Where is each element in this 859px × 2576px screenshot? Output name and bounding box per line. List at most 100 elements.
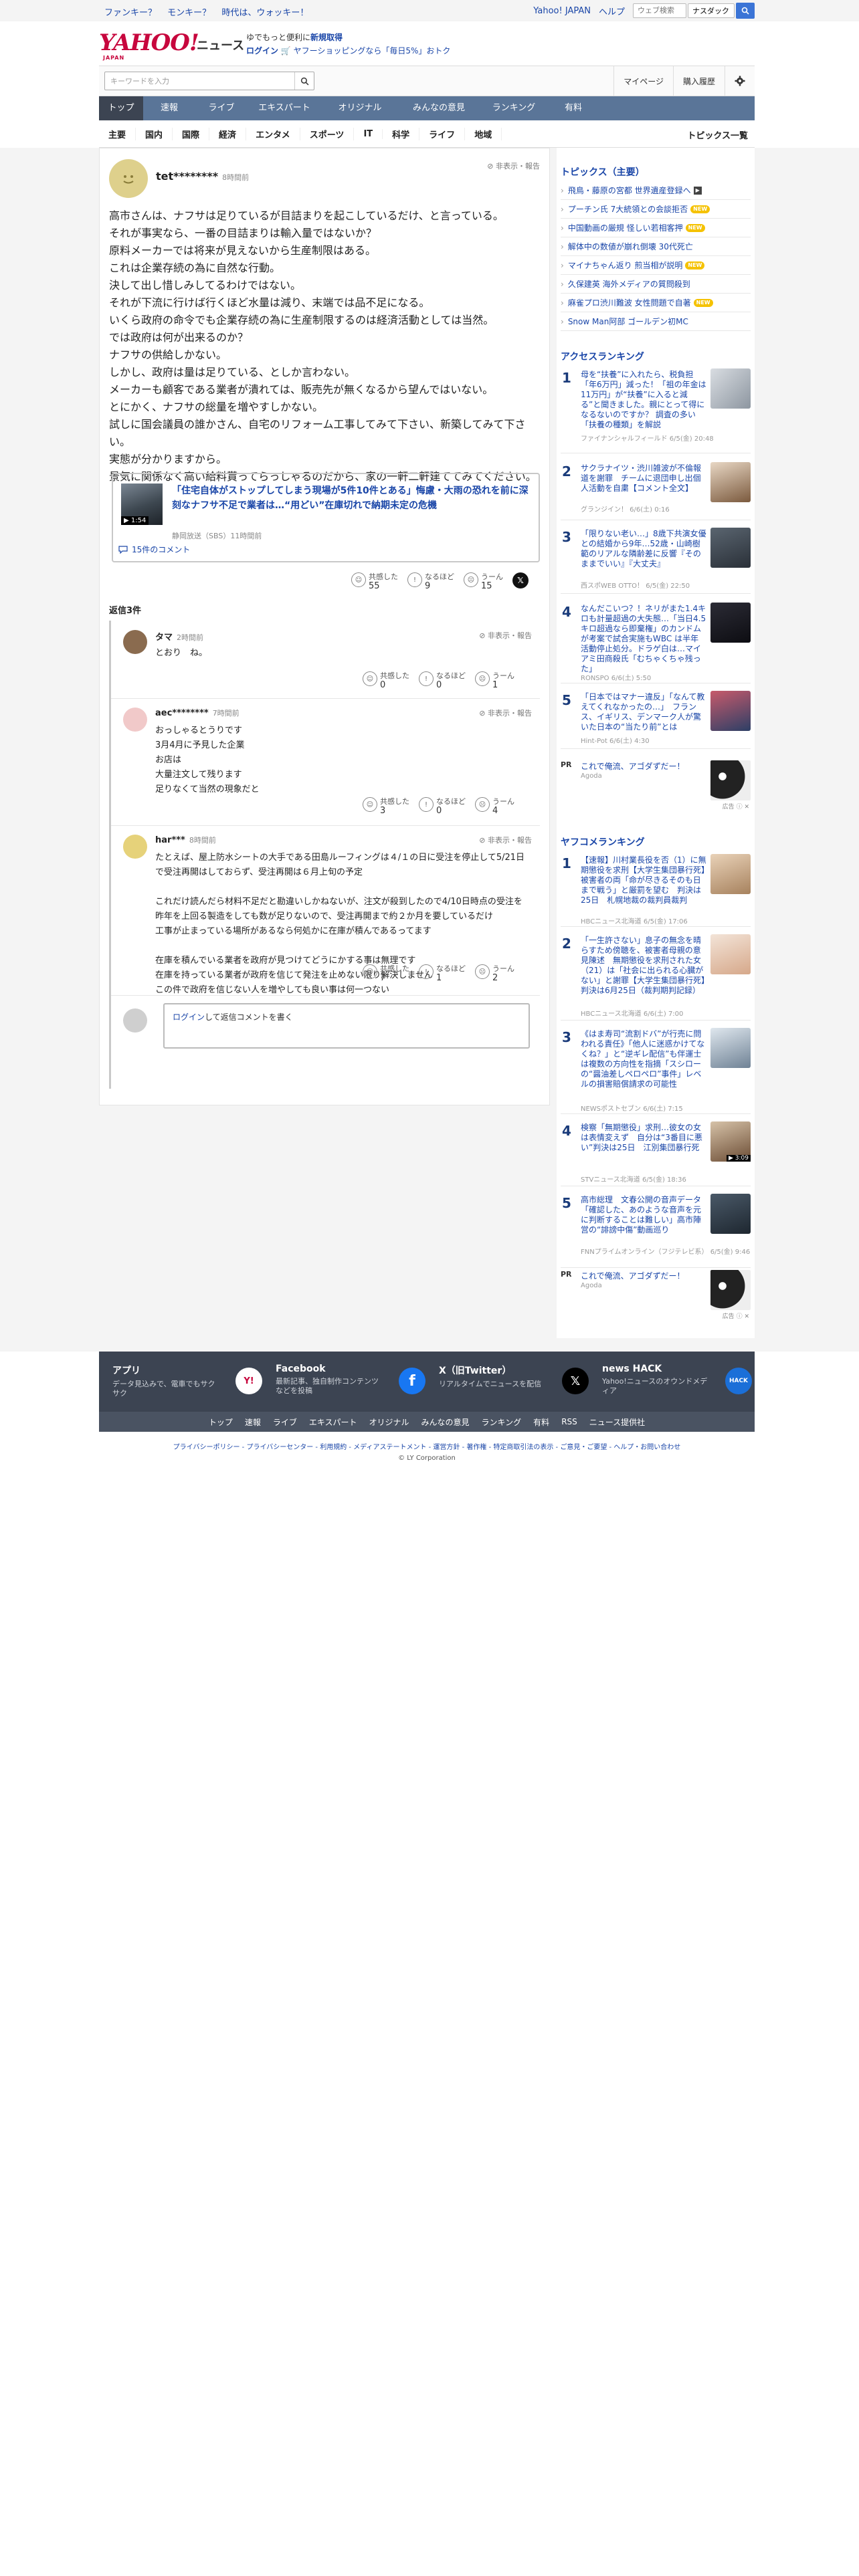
news-search-input[interactable]: キーワードを入力 — [105, 76, 294, 86]
yahoo-japan-link[interactable]: Yahoo! JAPAN — [533, 6, 591, 16]
promo-links[interactable]: ファンキー？ モンキー？ 時代は、ウォッキー！ — [104, 5, 316, 18]
x-share-button[interactable]: 𝕏 — [512, 572, 529, 588]
rank-title[interactable]: 《はま寿司“流割ドバ”が行売に問われる責任》「他人に迷惑かけてなくね？」と“逆ギ… — [581, 1029, 706, 1089]
footer-link[interactable]: ランキング — [482, 1416, 522, 1428]
react-empathy-button[interactable]: ☺ 共感した 0 — [363, 671, 409, 690]
report-link[interactable]: ⊘ 非表示・報告 — [479, 835, 532, 845]
footer-link[interactable]: ライブ — [273, 1416, 297, 1428]
info-icon[interactable]: ⓘ — [737, 1313, 743, 1320]
nav-live[interactable]: ライブ — [195, 96, 248, 120]
topic-item[interactable]: プーチン氏 7大統領との会談拒否NEW — [561, 200, 751, 219]
footer-link[interactable]: ニュース提供社 — [589, 1416, 645, 1428]
topic-item[interactable]: マイナちゃん返り 煎当相が説明NEW — [561, 256, 751, 275]
category-domestic[interactable]: 国内 — [136, 127, 173, 140]
rank-thumbnail[interactable] — [710, 603, 751, 643]
report-label[interactable]: 非表示・報告 — [496, 162, 540, 171]
rank-title[interactable]: 検察「無期懲役」求刑…彼女の女は表情変えず 自分は“3番目に悪い”判決は25日 … — [581, 1123, 706, 1153]
ranking-item[interactable]: 3 「限りない老い…」8歳下共演女優との結婚から9年…52歳・山崎樹範のリアルな… — [561, 528, 751, 594]
category-science[interactable]: 科学 — [383, 127, 420, 140]
topics-list-link[interactable]: トピックス一覧 — [687, 128, 748, 141]
footer-app[interactable]: アプリ データ見込みで、電車でもサクサク Y! — [112, 1364, 273, 1398]
topic-item[interactable]: Snow Man阿部 ゴールデン初MC — [561, 312, 751, 331]
topic-label[interactable]: 久保建英 海外メディアの質問殺到 — [568, 278, 690, 290]
app-icon[interactable]: Y! — [235, 1368, 262, 1394]
react-hmm-button[interactable]: ☹ うーん 1 — [475, 671, 514, 690]
nav-ranking[interactable]: ランキング — [479, 96, 549, 120]
promo-link[interactable]: モンキー？ — [167, 8, 211, 18]
footer-link[interactable]: トップ — [209, 1416, 233, 1428]
username[interactable]: har*** — [155, 835, 185, 845]
topic-label[interactable]: Snow Man阿部 ゴールデン初MC — [568, 316, 688, 327]
react-empathy-button[interactable]: ☺ 共感した 55 — [351, 572, 398, 591]
rank-thumbnail[interactable]: ▶ 3:09 — [710, 1121, 751, 1162]
ranking-item[interactable]: 5 高市総理 文春公開の音声データ「確認した、あのような音声を元に判断することは… — [561, 1194, 751, 1268]
react-empathy-button[interactable]: ☺ 共感した 7 — [363, 964, 409, 983]
footer-link[interactable]: 有料 — [533, 1416, 549, 1428]
settings-button[interactable] — [725, 66, 755, 96]
category-international[interactable]: 国際 — [173, 127, 210, 140]
rank-thumbnail[interactable] — [710, 934, 751, 974]
rank-title[interactable]: 「限りない老い…」8歳下共演女優との結婚から9年…52歳・山崎樹範のリアルな隣齢… — [581, 529, 706, 569]
news-label[interactable]: ニュース — [197, 36, 244, 53]
pr-ad[interactable]: PR これで俺流、アゴダずだー！ Agoda 広告 ⓘ ✕ — [561, 1270, 751, 1323]
ad-label[interactable]: 広告 ⓘ ✕ — [723, 1311, 749, 1320]
rank-thumbnail[interactable] — [710, 462, 751, 502]
rank-title[interactable]: 「一生許さない」息子の無念を晴らすため傍聴を、被害者母親の意見陳述 無期懲役を求… — [581, 936, 706, 996]
reply-user[interactable]: aec******** 7時間前 — [155, 708, 240, 718]
reply-user[interactable]: タマ 2時間前 — [155, 630, 203, 643]
nav-top[interactable]: トップ — [99, 96, 143, 120]
nav-expert[interactable]: エキスパート — [248, 96, 321, 120]
react-agree-button[interactable]: ! なるほど 9 — [407, 572, 454, 591]
react-empathy-button[interactable]: ☺ 共感した 3 — [363, 797, 409, 816]
nav-breaking[interactable]: 速報 — [143, 96, 195, 120]
username[interactable]: tet******** — [156, 170, 218, 183]
topic-label[interactable]: プーチン氏 7大統領との会談拒否 — [568, 203, 688, 215]
comment-user[interactable]: tet******** 8時間前 — [156, 170, 249, 183]
react-hmm-button[interactable]: ☹ うーん 2 — [475, 964, 514, 983]
web-search-query[interactable] — [688, 3, 735, 18]
report-label[interactable]: 非表示・報告 — [488, 631, 532, 640]
yahoo-logo[interactable]: YAHOO! — [99, 29, 199, 56]
category-entertainment[interactable]: エンタメ — [246, 127, 300, 140]
category-main[interactable]: 主要 — [99, 127, 136, 140]
reply-user[interactable]: har*** 8時間前 — [155, 835, 216, 845]
pr-image[interactable] — [710, 760, 751, 800]
rank-title[interactable]: なんだこいつ？！ネリがまた1.4キロも計量超過の大失態…「当日4.5キロ超過なら… — [581, 604, 706, 674]
nav-paid[interactable]: 有料 — [549, 96, 598, 120]
mypage-button[interactable]: マイページ — [613, 66, 673, 96]
ranking-item[interactable]: 2 「一生許さない」息子の無念を晴らすため傍聴を、被害者母親の意見陳述 無期懲役… — [561, 934, 751, 1021]
rank-title[interactable]: 【速報】川村業長役を否（1）に無期懲役を求刑【大学生集団暴行死】被害者の両「命が… — [581, 855, 706, 905]
username[interactable]: aec******** — [155, 708, 209, 718]
footer-link[interactable]: オリジナル — [369, 1416, 409, 1428]
ranking-item[interactable]: 1 母を“扶養”に入れたら、税負担「年6万円」減った！「祖の年金は11万円」が“… — [561, 368, 751, 453]
footer-facebook[interactable]: Facebook 最新記事、独自制作コンテンツなどを投稿 f — [276, 1364, 436, 1396]
help-link[interactable]: ヘルプ — [599, 5, 625, 17]
login-link[interactable]: ログイン — [246, 46, 278, 56]
category-it[interactable]: IT — [354, 128, 383, 139]
footer-link[interactable]: エキスパート — [309, 1416, 357, 1428]
shopping-promo[interactable]: ヤフーショッピングなら「毎日5%」おトク — [294, 46, 451, 56]
topic-item[interactable]: 久保建英 海外メディアの質問殺到 — [561, 275, 751, 294]
ranking-item[interactable]: 3 《はま寿司“流割ドバ”が行売に問われる責任》「他人に迷惑かけてなくね？」と“… — [561, 1028, 751, 1114]
footer-link[interactable]: 速報 — [245, 1416, 261, 1428]
footer-x[interactable]: X（旧Twitter） リアルタイムでニュースを配信 𝕏 — [439, 1364, 599, 1394]
close-icon[interactable]: ✕ — [744, 1313, 749, 1320]
login-link[interactable]: ログイン — [173, 1012, 205, 1022]
react-agree-button[interactable]: ! なるほど 1 — [419, 964, 466, 983]
category-economy[interactable]: 経済 — [209, 127, 247, 140]
topic-label[interactable]: 麻雀プロ渋川難波 女性問題で自著 — [568, 297, 691, 308]
article-comments-link[interactable]: 15件のコメント — [118, 544, 190, 555]
username[interactable]: タマ — [155, 633, 173, 643]
topic-label[interactable]: マイナちゃん返り 煎当相が説明 — [568, 259, 683, 271]
info-icon[interactable]: ⓘ — [737, 804, 743, 811]
nav-opinions[interactable]: みんなの意見 — [399, 96, 479, 120]
web-search-input[interactable] — [633, 3, 686, 18]
rank-thumbnail[interactable] — [710, 854, 751, 894]
report-link[interactable]: ⊘ 非表示・報告 — [479, 630, 532, 641]
pr-title[interactable]: これで俺流、アゴダずだー！ — [581, 1270, 685, 1281]
article-title[interactable]: 「住宅自体がストップしてしまう現場が5件10件とある」悔慮・大雨の恐れを前に深刻… — [172, 484, 533, 513]
pr-title[interactable]: これで俺流、アゴダずだー！ — [581, 760, 685, 772]
category-local[interactable]: 地域 — [465, 127, 502, 140]
react-hmm-button[interactable]: ☹ うーん 15 — [464, 572, 503, 591]
comments-count[interactable]: 15件のコメント — [132, 544, 190, 555]
